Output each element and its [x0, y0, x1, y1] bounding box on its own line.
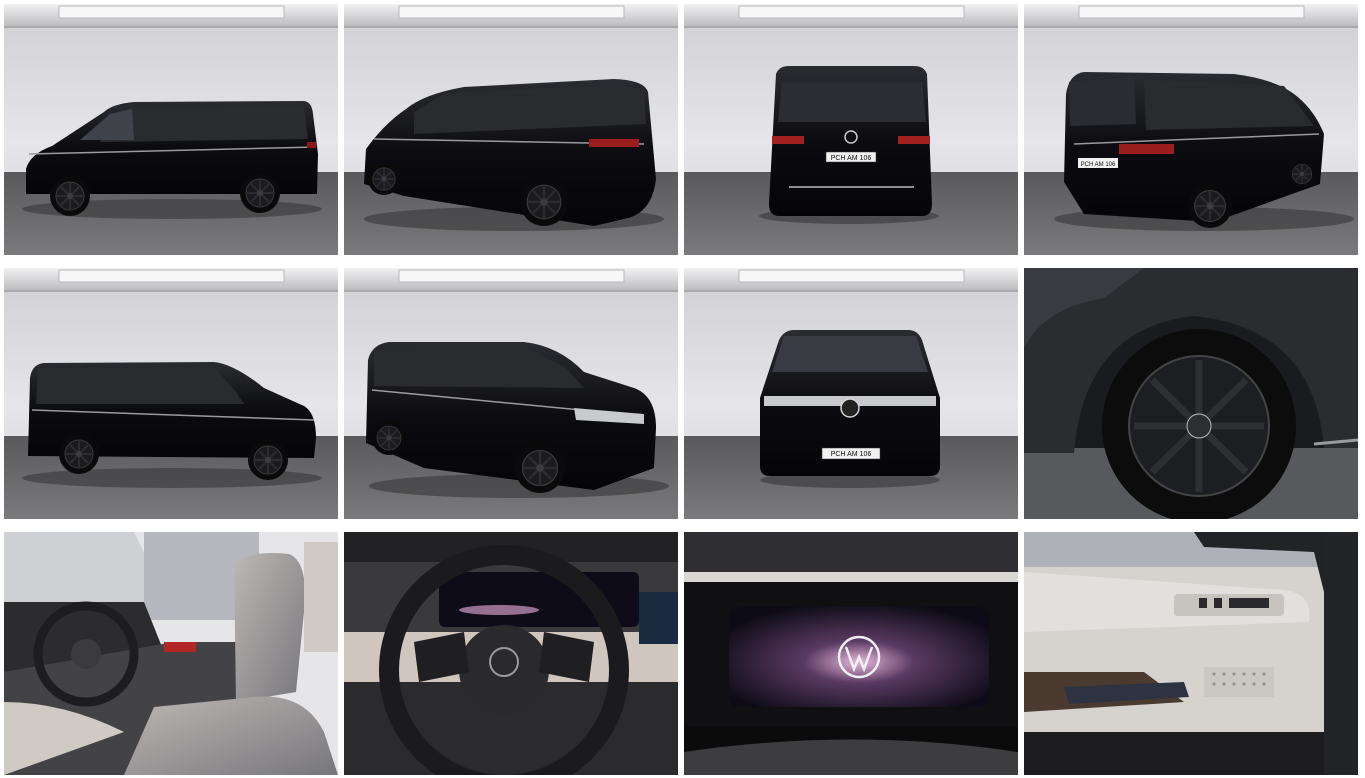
steering-wheel-image [344, 532, 678, 775]
photo-gallery: PCH AM 106 PCH AM 106 PCH AM 106 [0, 0, 1365, 778]
photo-side-left[interactable] [4, 4, 338, 255]
photo-side-right[interactable] [4, 268, 338, 519]
photo-rear[interactable]: PCH AM 106 [684, 4, 1018, 255]
photo-rear-three-quarter-left[interactable] [344, 4, 678, 255]
door-panel-image [1024, 532, 1358, 775]
photo-wheel-closeup[interactable] [1024, 268, 1358, 519]
wheel-closeup-image [1024, 268, 1358, 519]
interior-cockpit-image [4, 532, 338, 775]
rear-plate-text: PCH AM 106 [831, 155, 872, 162]
van-front-quarter-right-image [344, 268, 678, 519]
photo-door-panel[interactable] [1024, 532, 1358, 775]
van-side-right-image [4, 268, 338, 519]
photo-digital-cockpit[interactable] [684, 532, 1018, 775]
digital-cockpit-image [684, 532, 1018, 775]
photo-interior-cockpit[interactable] [4, 532, 338, 775]
photo-front[interactable]: PCH AM 106 [684, 268, 1018, 519]
photo-steering-wheel[interactable] [344, 532, 678, 775]
van-rear-image: PCH AM 106 [684, 4, 1018, 255]
photo-rear-three-quarter-right[interactable]: PCH AM 106 [1024, 4, 1358, 255]
van-rear-quarter-right-image: PCH AM 106 [1024, 4, 1358, 255]
rear-quarter-plate-text: PCH AM 106 [1081, 162, 1116, 168]
photo-front-three-quarter-right[interactable] [344, 268, 678, 519]
front-plate-text: PCH AM 106 [831, 451, 872, 458]
van-front-image: PCH AM 106 [684, 268, 1018, 519]
van-side-left-image [4, 4, 338, 255]
van-rear-quarter-left-image [344, 4, 678, 255]
